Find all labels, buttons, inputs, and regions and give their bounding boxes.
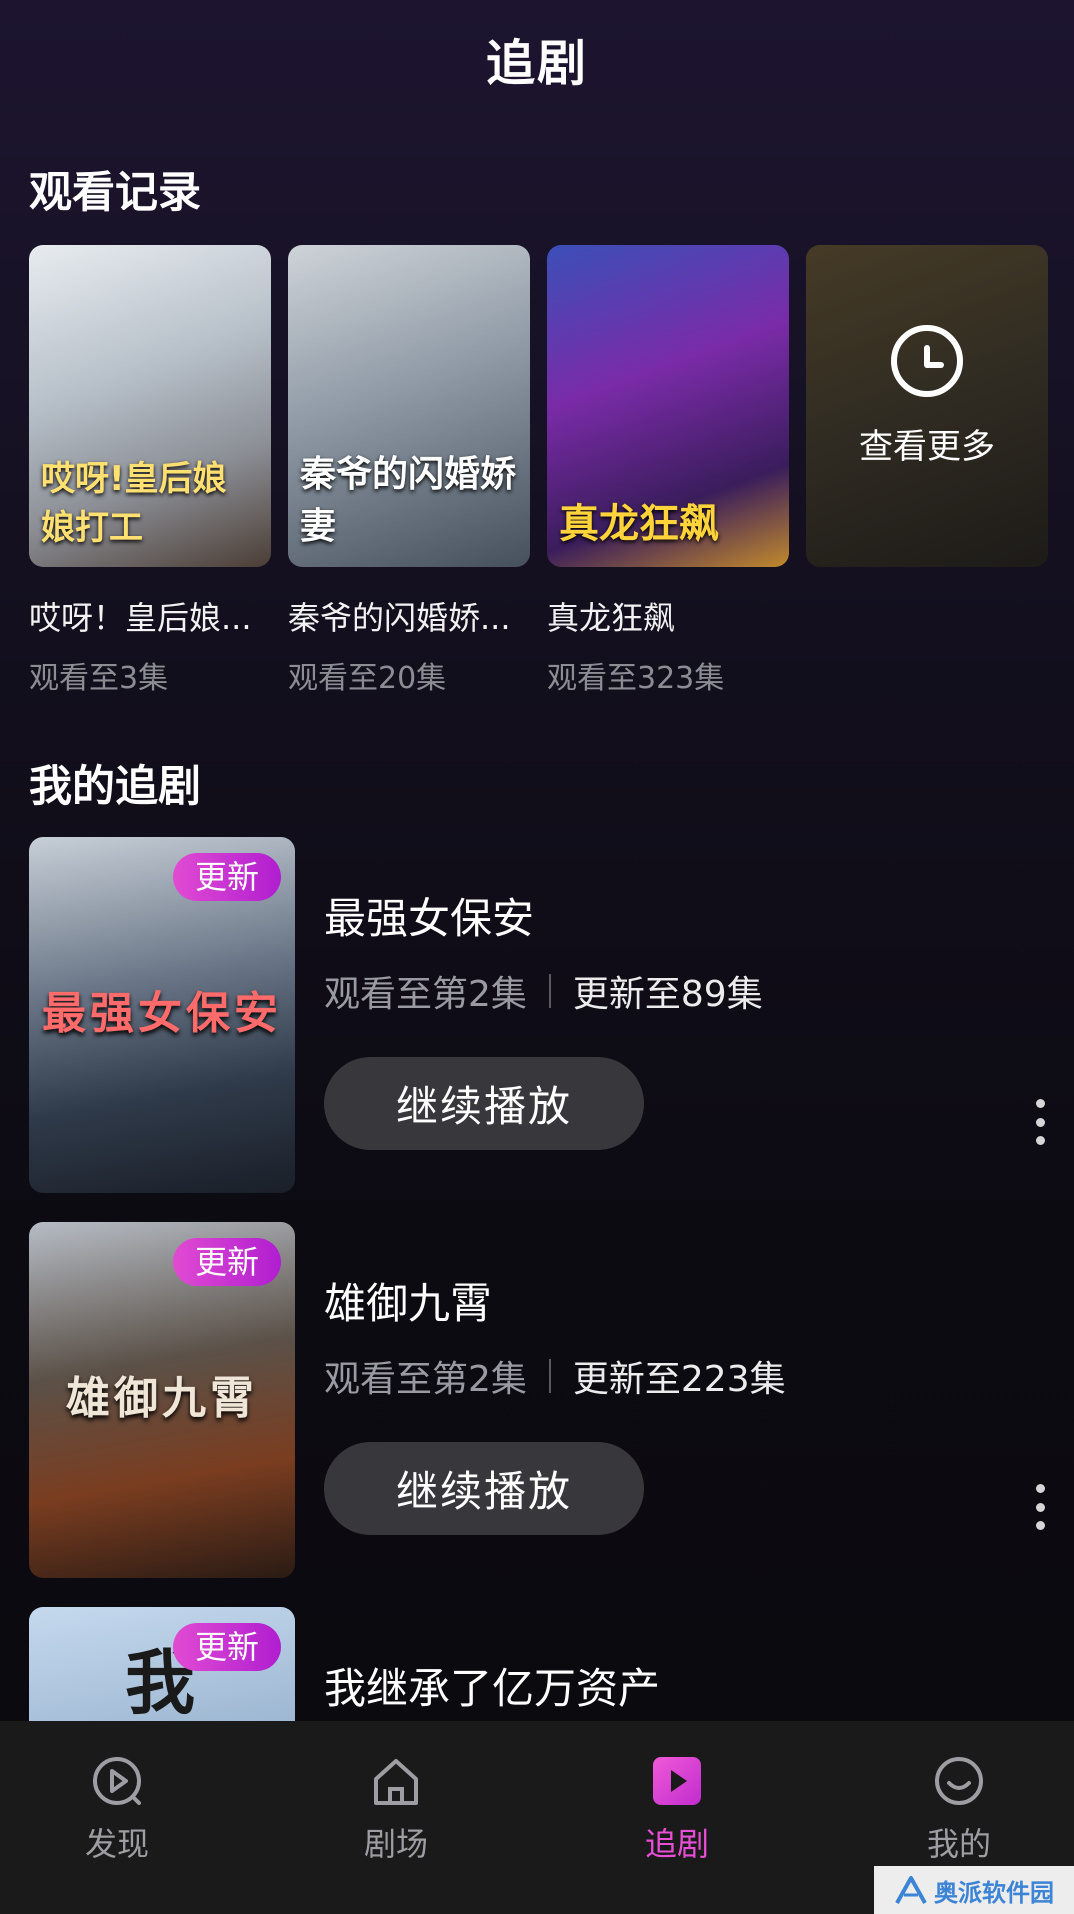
watch-history-row: 哎呀!皇后娘娘打工 哎呀！皇后娘... 观看至3集 秦爷的闪婚娇妻 秦爷的闪婚娇… [29, 245, 1049, 697]
home-icon [374, 1759, 418, 1805]
follow-meta: 观看至第2集 更新至89集 [324, 965, 763, 1017]
more-options-icon[interactable] [1031, 1099, 1049, 1145]
history-poster[interactable]: 哎呀!皇后娘娘打工 [29, 245, 271, 567]
view-more-label: 查看更多 [859, 426, 995, 467]
continue-play-button[interactable]: 继续播放 [324, 1057, 644, 1150]
play-square-icon [653, 1757, 701, 1805]
poster-title-art: 哎呀!皇后娘娘打工 [41, 459, 227, 548]
history-title: 哎呀！皇后娘... [29, 599, 252, 637]
update-status: 更新至223集 [572, 1359, 786, 1400]
watermark: 奥派软件园 [874, 1866, 1074, 1914]
tab-following[interactable]: 追剧 [607, 1753, 747, 1865]
clock-icon [891, 324, 963, 397]
tab-me[interactable]: 我的 [889, 1753, 1029, 1865]
update-status: 更新至89集 [572, 974, 763, 1015]
watched-progress: 观看至第2集 [324, 974, 527, 1015]
history-card[interactable]: 哎呀!皇后娘娘打工 哎呀！皇后娘... 观看至3集 [29, 245, 271, 697]
watch-history-section-title: 观看记录 [29, 168, 201, 218]
follow-item[interactable]: 最强女保安 更新 最强女保安 观看至第2集 更新至89集 继续播放 [29, 837, 1049, 1193]
top-header: 追剧 [0, 0, 1074, 118]
history-progress: 观看至3集 [29, 661, 169, 696]
history-progress: 观看至323集 [547, 661, 725, 696]
history-progress: 观看至20集 [288, 661, 447, 696]
history-poster[interactable]: 真龙狂飙 [547, 245, 789, 567]
smiley-face-icon [935, 1757, 983, 1805]
watermark-logo-icon [895, 1876, 927, 1904]
follow-item[interactable]: 我 更新 我继承了亿万资产 [29, 1607, 1049, 1721]
follow-title[interactable]: 最强女保安 [324, 885, 534, 946]
history-title: 秦爷的闪婚娇... [288, 599, 511, 637]
tab-theater[interactable]: 剧场 [326, 1753, 466, 1865]
page-title: 追剧 [485, 34, 588, 92]
view-more-poster[interactable]: 查看更多 [806, 245, 1048, 567]
poster-title-art: 真龙狂飙 [559, 501, 719, 547]
tab-label: 追剧 [644, 1825, 709, 1863]
history-poster[interactable]: 秦爷的闪婚娇妻 [288, 245, 530, 567]
history-card[interactable]: 真龙狂飙 真龙狂飙 观看至323集 [547, 245, 789, 697]
more-options-icon[interactable] [1031, 1484, 1049, 1530]
my-follow-section-title: 我的追剧 [29, 762, 201, 812]
tab-label: 我的 [926, 1825, 991, 1863]
discover-play-icon [93, 1757, 141, 1805]
tab-label: 发现 [84, 1825, 149, 1863]
follow-title[interactable]: 雄御九霄 [324, 1270, 492, 1331]
update-badge: 更新 [172, 1623, 281, 1671]
meta-divider [548, 1359, 551, 1393]
continue-play-button[interactable]: 继续播放 [324, 1442, 644, 1535]
follow-poster[interactable]: 我 更新 [29, 1607, 295, 1721]
watched-progress: 观看至第2集 [324, 1359, 527, 1400]
tab-label: 剧场 [363, 1825, 428, 1863]
poster-title-art: 最强女保安 [42, 988, 282, 1039]
history-title: 真龙狂飙 [547, 599, 676, 637]
tab-discover[interactable]: 发现 [47, 1753, 187, 1865]
update-badge: 更新 [172, 853, 281, 901]
view-more-overlay[interactable]: 查看更多 [806, 245, 1048, 567]
meta-divider [548, 974, 551, 1008]
poster-title-art: 秦爷的闪婚娇妻 [300, 454, 517, 547]
follow-poster[interactable]: 雄御九霄 更新 [29, 1222, 295, 1578]
poster-title-art: 雄御九霄 [66, 1373, 258, 1424]
follow-meta: 观看至第2集 更新至223集 [324, 1350, 786, 1402]
follow-item[interactable]: 雄御九霄 更新 雄御九霄 观看至第2集 更新至223集 继续播放 [29, 1222, 1049, 1578]
update-badge: 更新 [172, 1238, 281, 1286]
view-more-card[interactable]: 查看更多 [806, 245, 1048, 567]
watermark-text: 奥派软件园 [934, 1878, 1054, 1907]
follow-poster[interactable]: 最强女保安 更新 [29, 837, 295, 1193]
follow-title[interactable]: 我继承了亿万资产 [324, 1655, 660, 1716]
history-card[interactable]: 秦爷的闪婚娇妻 秦爷的闪婚娇... 观看至20集 [288, 245, 530, 697]
